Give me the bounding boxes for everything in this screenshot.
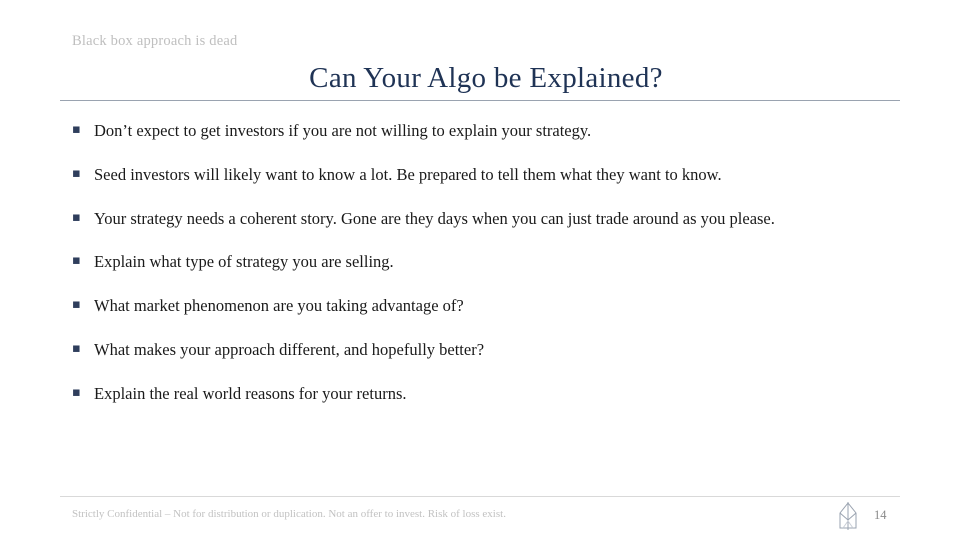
- list-item: ▪ Don’t expect to get investors if you a…: [72, 120, 872, 142]
- bullet-marker-icon: ▪: [72, 340, 81, 356]
- slide: Black box approach is dead Can Your Algo…: [0, 0, 960, 540]
- list-item: ▪ Explain the real world reasons for you…: [72, 383, 872, 405]
- bullet-marker-icon: ▪: [72, 209, 81, 225]
- bullet-list: ▪ Don’t expect to get investors if you a…: [72, 120, 872, 426]
- list-item: ▪ What makes your approach different, an…: [72, 339, 872, 361]
- list-item-text: Explain the real world reasons for your …: [94, 383, 407, 403]
- list-item-text: Don’t expect to get investors if you are…: [94, 121, 592, 140]
- list-item-text: Seed investors will likely want to know …: [94, 164, 722, 184]
- list-item-text: What market phenomenon are you taking ad…: [94, 296, 464, 316]
- list-item: ▪ Seed investors will likely want to kno…: [72, 164, 872, 186]
- footer-divider: [60, 496, 900, 497]
- page-number: 14: [874, 508, 887, 522]
- list-item: ▪ Your strategy needs a coherent story. …: [72, 208, 862, 230]
- list-item-text: What makes your approach different, and …: [94, 339, 485, 359]
- title-divider: [60, 100, 900, 101]
- bullet-marker-icon: ▪: [72, 165, 81, 181]
- list-item-text: Explain what type of strategy you are se…: [94, 252, 394, 272]
- bullet-marker-icon: ▪: [72, 253, 81, 269]
- list-item-text: Your strategy needs a coherent story. Go…: [94, 208, 775, 228]
- company-logo-icon: [832, 500, 864, 534]
- slide-title: Can Your Algo be Explained?: [309, 62, 663, 94]
- footer-disclaimer: Strictly Confidential – Not for distribu…: [72, 508, 506, 520]
- bullet-marker-icon: ▪: [72, 122, 81, 137]
- bullet-marker-icon: ▪: [72, 297, 81, 313]
- slide-eyebrow: Black box approach is dead: [72, 33, 238, 49]
- bullet-marker-icon: ▪: [72, 384, 81, 400]
- list-item: ▪ What market phenomenon are you taking …: [72, 295, 872, 317]
- list-item: ▪ Explain what type of strategy you are …: [72, 251, 872, 273]
